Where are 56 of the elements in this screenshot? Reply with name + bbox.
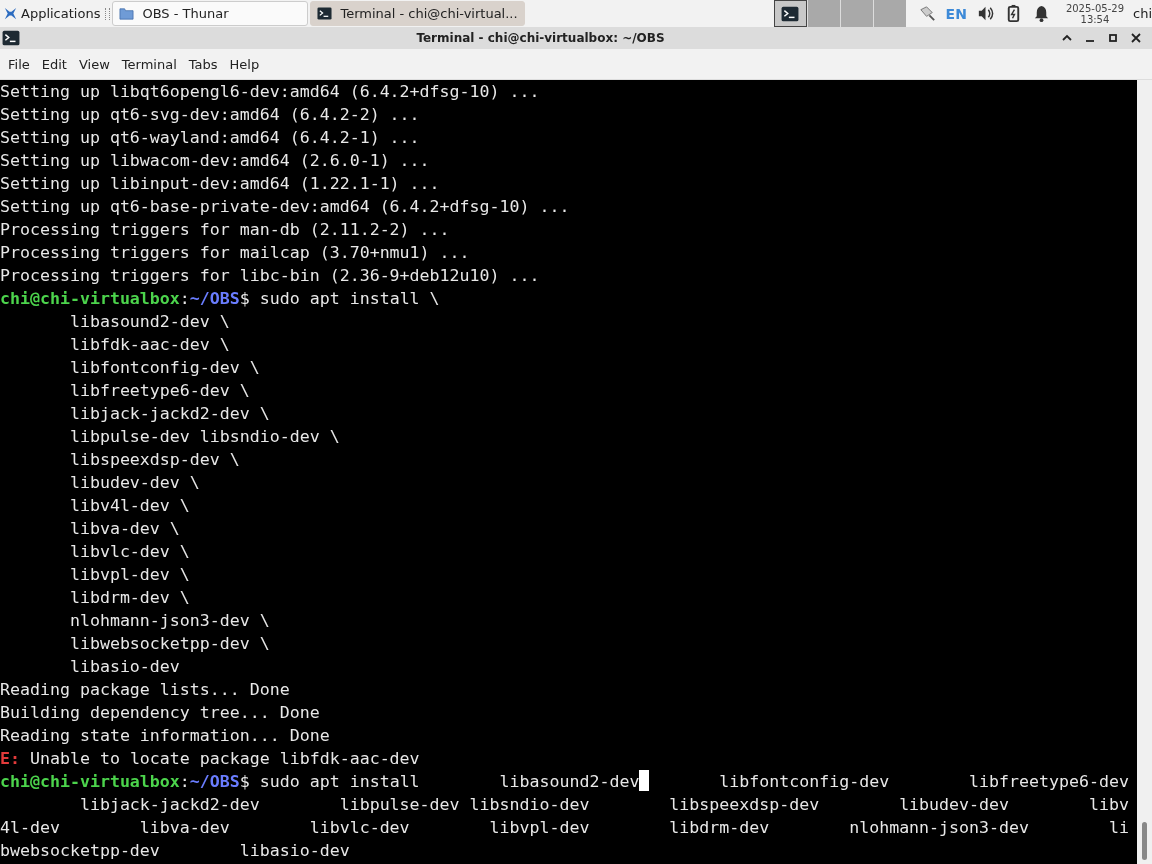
terminal-line: libfontconfig-dev \: [68, 357, 261, 379]
workspace-button[interactable]: [773, 0, 807, 27]
terminal-line: libfreetype6-dev \: [68, 380, 251, 402]
terminal-line: Building dependency tree... Done: [0, 702, 321, 724]
maximize-icon[interactable]: [1107, 32, 1119, 44]
terminal-line: libasound2-dev \: [68, 311, 231, 333]
terminal-line: libwebsocketpp-dev \: [68, 633, 271, 655]
terminal-line: Setting up qt6-base-private-dev:amd64 (6.4.2+dfsg-10) ...: [0, 196, 571, 218]
terminal-line: libpulse-dev libsndio-dev \: [68, 426, 341, 448]
terminal-line: libjack-jackd2-dev \: [68, 403, 271, 425]
menu-item[interactable]: View: [72, 53, 116, 75]
panel-separator: [105, 7, 111, 20]
terminal-line: Processing triggers for mailcap (3.70+nmu1) ...: [0, 242, 471, 264]
close-icon[interactable]: [1130, 32, 1142, 44]
terminal-line: chi@chi-virtualbox:~/OBS$ sudo apt install libasound2-dev libfontconfig-dev libfreetype6-dev: [0, 770, 1130, 793]
menu-item[interactable]: Terminal: [115, 53, 183, 75]
terminal-line: libasio-dev: [68, 656, 181, 678]
clock[interactable]: 2025-05-29 13:54: [1065, 2, 1124, 25]
terminal-line: Reading state information... Done: [0, 725, 331, 747]
window-title: Terminal - chi@chi-virtualbox: ~/OBS: [415, 31, 666, 45]
terminal-line: 4l-dev libva-dev libvlc-dev libvpl-dev libdrm-dev nlohmann-json3-dev li: [0, 817, 1130, 839]
terminal-line: libjack-jackd2-dev libpulse-dev libsndio-dev libspeexdsp-dev libudev-dev libv: [78, 794, 1130, 816]
menu-item[interactable]: Edit: [35, 53, 73, 75]
menu-item[interactable]: Help: [223, 53, 266, 75]
terminal-line: Setting up qt6-wayland:amd64 (6.4.2-1) ...: [0, 127, 421, 149]
terminal-line: libfdk-aac-dev \: [68, 334, 231, 356]
taskbar-button[interactable]: Terminal - chi@chi-virtual...: [310, 1, 525, 26]
terminal-icon: [781, 4, 800, 23]
terminal-line: libspeexdsp-dev \: [68, 449, 241, 471]
terminal-line: Setting up libqt6opengl6-dev:amd64 (6.4.2+dfsg-10) ...: [0, 81, 541, 103]
terminal-line: chi@chi-virtualbox:~/OBS$ sudo apt install \: [0, 288, 441, 310]
terminal-icon: [317, 6, 333, 21]
scrollbar-thumb[interactable]: [1142, 822, 1147, 860]
terminal-line: libvpl-dev \: [68, 564, 191, 586]
terminal-line: nlohmann-json3-dev \: [68, 610, 271, 632]
terminal-line: Setting up qt6-svg-dev:amd64 (6.4.2-2) ...: [0, 104, 421, 126]
terminal-line: libva-dev \: [68, 518, 181, 540]
terminal-line: Setting up libinput-dev:amd64 (1.22.1-1) ...: [0, 173, 441, 195]
terminal-line: Processing triggers for man-db (2.11.2-2) ...: [0, 219, 451, 241]
menu-item[interactable]: Tabs: [182, 53, 224, 75]
terminal-line: Processing triggers for libc-bin (2.36-9+deb12u10) ...: [0, 265, 541, 287]
terminal-line: E: Unable to locate package libfdk-aac-dev: [0, 748, 421, 770]
menu-item[interactable]: File: [2, 53, 36, 75]
terminal-line: libv4l-dev \: [68, 495, 191, 517]
terminal-icon: [2, 29, 20, 47]
terminal-line: bwebsocketpp-dev libasio-dev: [0, 840, 351, 862]
text-cursor: [639, 770, 650, 791]
terminal-line: Setting up libwacom-dev:amd64 (2.6.0-1) ...: [0, 150, 431, 172]
terminal-line: libudev-dev \: [68, 472, 201, 494]
folder-icon: [119, 6, 135, 21]
terminal-line: Reading package lists... Done: [0, 679, 291, 701]
applications-menu-button[interactable]: Applications: [0, 0, 104, 27]
terminal-line: libdrm-dev \: [68, 587, 191, 609]
taskbar-button[interactable]: OBS - Thunar: [112, 1, 309, 26]
terminal-line: libvlc-dev \: [68, 541, 191, 563]
user-menu[interactable]: chi: [1133, 6, 1152, 21]
